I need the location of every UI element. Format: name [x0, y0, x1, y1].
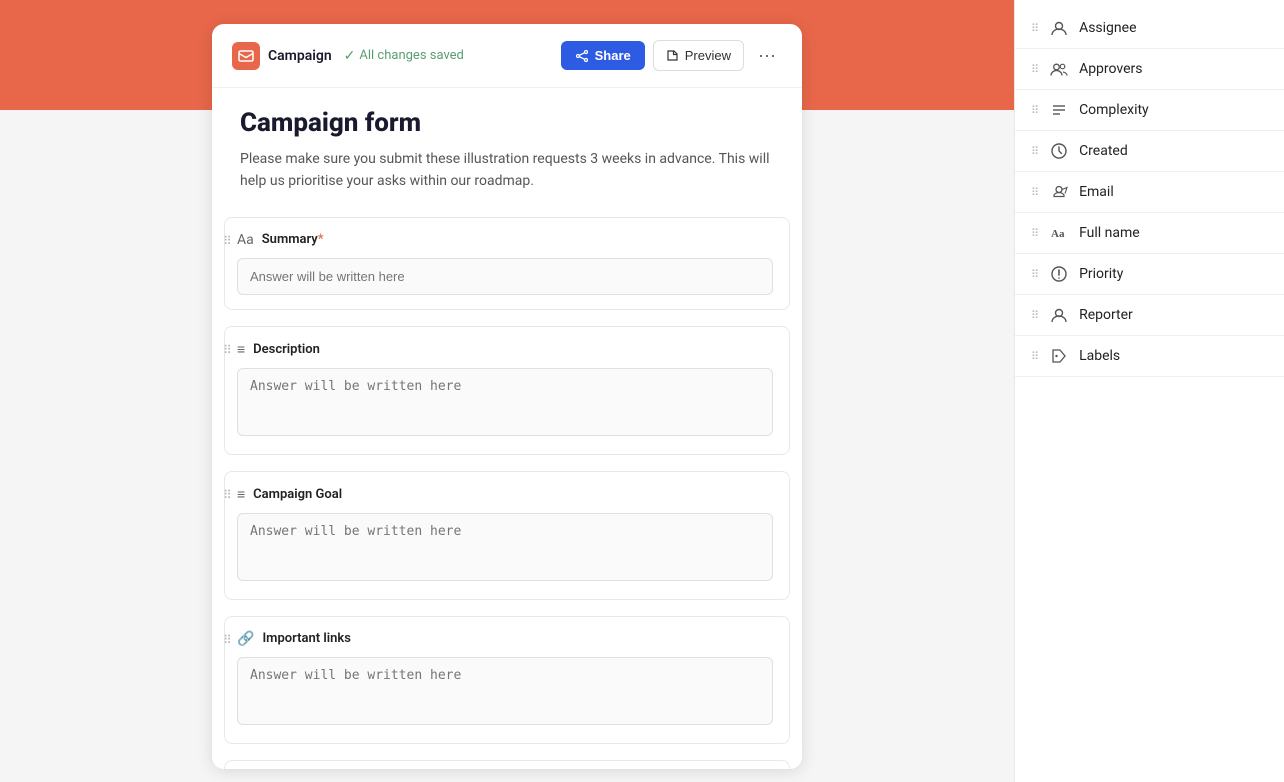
- complexity-label: Complexity: [1079, 102, 1149, 118]
- campaign-goal-field-block: ⠿ ≡ Campaign Goal: [224, 471, 790, 600]
- goal-field-header: ≡ Campaign Goal: [237, 486, 773, 503]
- email-icon: [1049, 182, 1069, 202]
- summary-field-header: Aa Summary*: [237, 232, 773, 248]
- sidebar-item-labels[interactable]: ⠿ Labels: [1015, 336, 1284, 377]
- sidebar-drag-approvers: ⠿: [1031, 63, 1039, 76]
- sidebar-drag-complexity: ⠿: [1031, 104, 1039, 117]
- saved-label: All changes saved: [359, 48, 464, 63]
- sidebar-item-complexity[interactable]: ⠿ Complexity: [1015, 90, 1284, 131]
- drag-handle-summary[interactable]: ⠿: [223, 234, 232, 248]
- assignee-label: Assignee: [1079, 20, 1136, 36]
- campaign-name: Campaign: [268, 48, 332, 64]
- links-field-header: 🔗 Important links: [237, 631, 773, 647]
- created-label: Created: [1079, 143, 1128, 159]
- summary-field-block: ⠿ Aa Summary*: [224, 217, 790, 310]
- campaign-icon: [232, 42, 260, 70]
- summary-type-icon: Aa: [237, 232, 254, 248]
- sidebar-drag-priority: ⠿: [1031, 268, 1039, 281]
- approvers-icon: [1049, 59, 1069, 79]
- form-header: Campaign form Please make sure you submi…: [212, 88, 802, 209]
- drag-handle-goal[interactable]: ⠿: [223, 488, 232, 502]
- fullname-icon: Aa: [1049, 223, 1069, 243]
- sidebar-drag-fullname: ⠿: [1031, 227, 1039, 240]
- fullname-label: Full name: [1079, 225, 1140, 241]
- labels-label: Labels: [1079, 348, 1120, 364]
- topbar-actions: Share Preview ···: [561, 40, 782, 71]
- goal-type-icon: ≡: [237, 486, 245, 503]
- description-type-icon: ≡: [237, 341, 245, 358]
- priority-icon: [1049, 264, 1069, 284]
- sidebar-drag-created: ⠿: [1031, 145, 1039, 158]
- form-topbar: Campaign ✓ All changes saved Share: [212, 24, 802, 88]
- share-button[interactable]: Share: [561, 41, 645, 70]
- drag-handle-description[interactable]: ⠿: [223, 343, 232, 357]
- sidebar-item-approvers[interactable]: ⠿ Approvers: [1015, 49, 1284, 90]
- sidebar-item-priority[interactable]: ⠿ Priority: [1015, 254, 1284, 295]
- sidebar-item-fullname[interactable]: ⠿ Aa Full name: [1015, 213, 1284, 254]
- description-field-block: ⠿ ≡ Description: [224, 326, 790, 455]
- links-label: Important links: [262, 631, 350, 646]
- drag-handle-links[interactable]: ⠿: [223, 633, 232, 647]
- sidebar-item-email[interactable]: ⠿ Email: [1015, 172, 1284, 213]
- links-input[interactable]: [237, 657, 773, 725]
- svg-text:Aa: Aa: [1051, 228, 1065, 240]
- goal-input[interactable]: [237, 513, 773, 581]
- sidebar-drag-labels: ⠿: [1031, 350, 1039, 363]
- sidebar-drag-email: ⠿: [1031, 186, 1039, 199]
- summary-input[interactable]: [237, 258, 773, 295]
- form-body: ⠿ Aa Summary* ⠿ ≡ Description ⠿: [212, 209, 802, 769]
- form-title: Campaign form: [240, 108, 774, 138]
- created-icon: [1049, 141, 1069, 161]
- check-icon: ✓: [344, 48, 356, 64]
- goal-label: Campaign Goal: [253, 487, 342, 502]
- attachments-field-block: ⠿ 📎 Attachments ⬆ Attachments will be up…: [224, 760, 790, 769]
- form-description: Please make sure you submit these illust…: [240, 148, 774, 193]
- sidebar-item-assignee[interactable]: ⠿ Assignee: [1015, 8, 1284, 49]
- sidebar-item-created[interactable]: ⠿ Created: [1015, 131, 1284, 172]
- reporter-icon: [1049, 305, 1069, 325]
- email-label: Email: [1079, 184, 1114, 200]
- sidebar-drag-assignee: ⠿: [1031, 22, 1039, 35]
- description-input[interactable]: [237, 368, 773, 436]
- complexity-icon: [1049, 100, 1069, 120]
- preview-button[interactable]: Preview: [653, 40, 744, 71]
- sidebar: ⠿ Assignee ⠿ Approvers ⠿: [1014, 0, 1284, 782]
- labels-icon: [1049, 346, 1069, 366]
- approvers-label: Approvers: [1079, 61, 1142, 77]
- sidebar-drag-reporter: ⠿: [1031, 309, 1039, 322]
- required-marker: *: [318, 232, 324, 247]
- summary-label: Summary*: [262, 232, 324, 247]
- preview-label: Preview: [685, 48, 731, 63]
- sidebar-item-reporter[interactable]: ⠿ Reporter: [1015, 295, 1284, 336]
- more-options-button[interactable]: ···: [752, 41, 782, 70]
- description-field-header: ≡ Description: [237, 341, 773, 358]
- description-label: Description: [253, 342, 320, 357]
- saved-indicator: ✓ All changes saved: [344, 48, 464, 64]
- reporter-label: Reporter: [1079, 307, 1133, 323]
- links-type-icon: 🔗: [237, 631, 254, 647]
- important-links-field-block: ⠿ 🔗 Important links: [224, 616, 790, 744]
- priority-label: Priority: [1079, 266, 1123, 282]
- assignee-icon: [1049, 18, 1069, 38]
- share-label: Share: [595, 48, 631, 63]
